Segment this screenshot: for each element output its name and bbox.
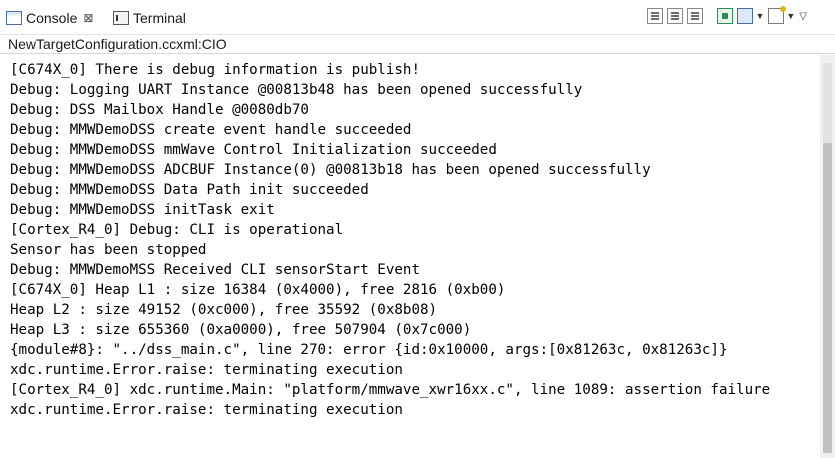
open-console-icon[interactable] [768, 6, 787, 24]
console-line: Debug: MMWDemoDSS Data Path init succeed… [10, 182, 369, 198]
tab-console-label: Console [26, 10, 78, 26]
tab-console[interactable]: Console ⊠ [6, 5, 107, 31]
close-icon[interactable]: ⊠ [83, 11, 93, 25]
console-line: Sensor has been stopped [10, 242, 207, 258]
tab-terminal[interactable]: Terminal [113, 5, 186, 31]
console-line: Debug: MMWDemoDSS mmWave Control Initial… [10, 142, 497, 158]
tab-terminal-label: Terminal [133, 10, 186, 26]
terminal-icon [113, 11, 129, 25]
console-line: [C674X_0] There is debug information is … [10, 62, 420, 78]
view-menu-icon[interactable]: ▽ [799, 11, 807, 22]
console-toolbar: ▼ ▼ ▽ [647, 6, 807, 24]
scroll-thumb[interactable] [823, 143, 832, 453]
console-line: Debug: MMWDemoDSS create event handle su… [10, 122, 412, 138]
console-line: [Cortex_R4_0] Debug: CLI is operational [10, 222, 344, 238]
console-output[interactable]: [C674X_0] There is debug information is … [0, 55, 820, 458]
console-line: Debug: Logging UART Instance @00813b48 h… [10, 82, 583, 98]
console-line: xdc.runtime.Error.raise: terminating exe… [10, 402, 403, 418]
vertical-scrollbar[interactable] [820, 55, 835, 458]
scroll-lock-icon[interactable] [667, 8, 684, 24]
clear-console-icon[interactable] [647, 8, 664, 24]
console-line: [C674X_0] Heap L1 : size 16384 (0x4000),… [10, 282, 506, 298]
scroll-track-upper[interactable] [823, 63, 832, 143]
console-line: Debug: DSS Mailbox Handle @0080db70 [10, 102, 309, 118]
chevron-down-icon[interactable]: ▼ [755, 11, 764, 21]
console-line: Debug: MMWDemoDSS initTask exit [10, 202, 275, 218]
display-selected-console-icon[interactable] [737, 8, 754, 24]
console-line: Debug: MMWDemoMSS Received CLI sensorSta… [10, 262, 420, 278]
console-line: Debug: MMWDemoDSS ADCBUF Instance(0) @00… [10, 162, 651, 178]
console-line: Heap L3 : size 655360 (0xa0000), free 50… [10, 322, 472, 338]
console-title: NewTargetConfiguration.ccxml:CIO [0, 34, 835, 54]
console-lines: [C674X_0] There is debug information is … [10, 60, 770, 420]
pin-console-icon[interactable] [717, 8, 734, 24]
console-line: xdc.runtime.Error.raise: terminating exe… [10, 362, 403, 378]
console-icon [6, 11, 22, 25]
chevron-down-icon[interactable]: ▼ [786, 11, 795, 21]
console-line: {module#8}: "../dss_main.c", line 270: e… [10, 342, 728, 358]
console-line: Heap L2 : size 49152 (0xc000), free 3559… [10, 302, 438, 318]
word-wrap-icon[interactable] [687, 8, 704, 24]
view-tab-bar: Console ⊠ Terminal ▼ ▼ ▽ [0, 0, 835, 35]
console-line: [Cortex_R4_0] xdc.runtime.Main: "platfor… [10, 382, 771, 398]
